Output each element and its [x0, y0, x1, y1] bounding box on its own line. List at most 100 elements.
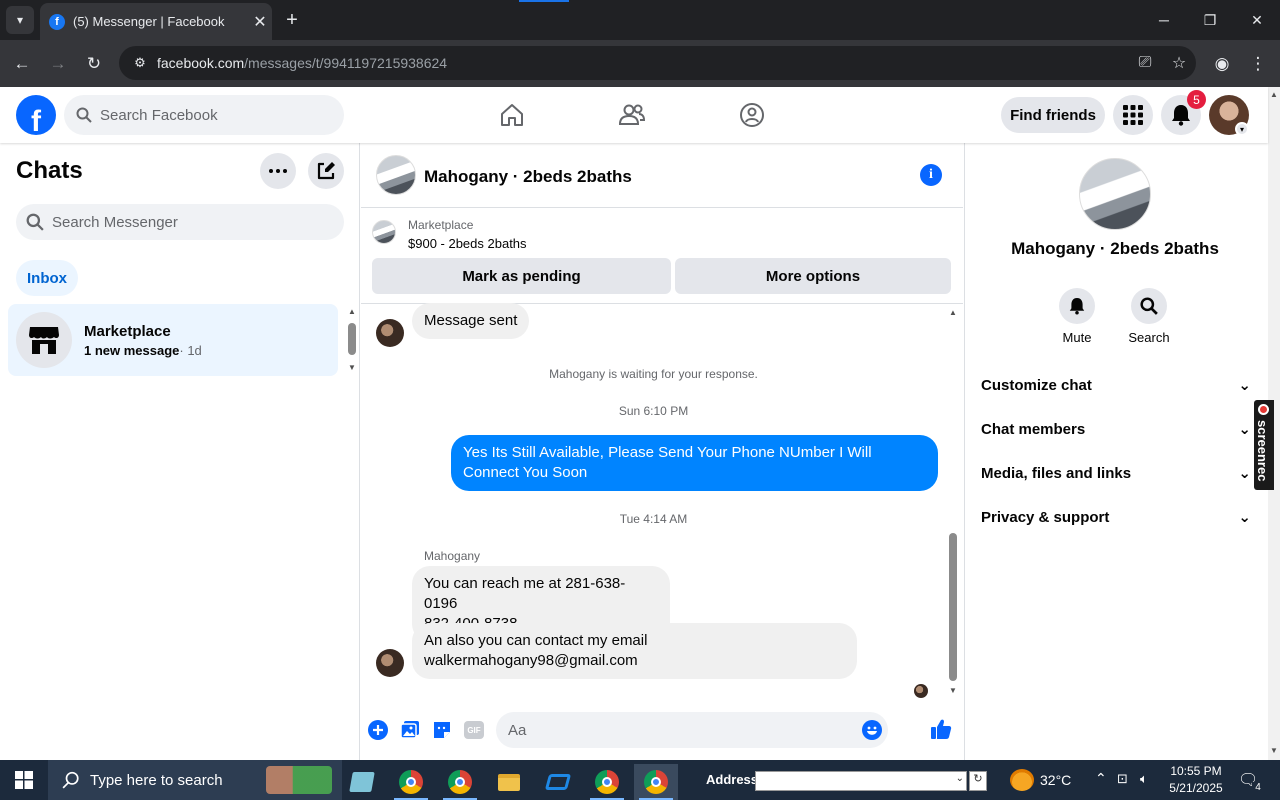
- scroll-down-arrow-icon[interactable]: ▼: [949, 687, 957, 695]
- browser-tab-messenger[interactable]: f (5) Messenger | Facebook ✕: [40, 3, 272, 40]
- customize-chat-row[interactable]: Customize chat ⌄: [981, 363, 1251, 407]
- facebook-search[interactable]: [64, 95, 344, 135]
- chevron-down-icon: ⌄: [1238, 465, 1251, 482]
- taskbar-file-explorer-icon[interactable]: [487, 764, 531, 800]
- volume-icon[interactable]: 🔈︎: [1140, 771, 1148, 787]
- window-close-button[interactable]: ✕: [1234, 0, 1280, 40]
- search-icon: [26, 213, 44, 231]
- install-app-icon[interactable]: ⎚: [1128, 46, 1162, 80]
- sender-name: Mahogany: [424, 549, 481, 563]
- message-bubble-incoming: Message sent: [412, 303, 530, 339]
- sticker-icon[interactable]: [431, 719, 453, 741]
- tab-close-icon[interactable]: ✕: [248, 12, 272, 32]
- bookmark-star-icon[interactable]: ☆: [1162, 46, 1196, 80]
- address-toolbar-label: Address: [706, 772, 759, 787]
- address-toolbar-input[interactable]: ⌄: [755, 771, 967, 791]
- address-bar[interactable]: ⚙ facebook.com/messages/t/99411972159386…: [119, 46, 1196, 80]
- chat-members-row[interactable]: Chat members ⌄: [981, 407, 1251, 451]
- friends-icon[interactable]: [612, 95, 652, 135]
- inbox-tab[interactable]: Inbox: [16, 260, 78, 296]
- taskbar-chrome-2[interactable]: [438, 764, 482, 800]
- like-thumbs-up-icon[interactable]: [929, 717, 953, 741]
- thread-scrollbar[interactable]: ▲ ▼: [945, 305, 961, 695]
- search-label: Search: [1128, 330, 1170, 345]
- windows-taskbar: Type here to search Address ⌄ ↻ 32°C ⌃ ⊡…: [0, 760, 1280, 800]
- photo-icon[interactable]: [399, 719, 421, 741]
- minimize-button[interactable]: ─: [1141, 0, 1187, 40]
- facebook-logo-icon[interactable]: f: [16, 95, 56, 135]
- message-input[interactable]: [496, 712, 888, 748]
- scroll-up-arrow-icon[interactable]: ▲: [348, 308, 356, 316]
- message-bubble-incoming: An also you can contact my email walkerm…: [412, 623, 857, 679]
- home-icon[interactable]: [492, 95, 532, 135]
- screenrec-widget[interactable]: screenrec: [1254, 400, 1274, 490]
- search-in-conversation-button[interactable]: Search: [1119, 288, 1179, 345]
- gif-icon[interactable]: GIF: [463, 719, 485, 741]
- windows-start-icon[interactable]: [0, 760, 48, 800]
- find-friends-button[interactable]: Find friends: [1001, 97, 1105, 133]
- facebook-search-input[interactable]: [100, 106, 320, 124]
- messenger-search[interactable]: [16, 204, 344, 240]
- taskbar-app-notes[interactable]: [340, 764, 384, 800]
- network-icon[interactable]: ⊡: [1117, 771, 1128, 787]
- messenger-search-input[interactable]: [52, 213, 312, 231]
- taskbar-search[interactable]: Type here to search: [48, 760, 342, 800]
- account-chevron-down-icon[interactable]: ▾: [1235, 122, 1249, 136]
- scroll-down-arrow-icon[interactable]: ▼: [1270, 747, 1278, 755]
- tray-chevron-up-icon[interactable]: ⌃: [1095, 770, 1107, 787]
- reload-button[interactable]: ↻: [80, 50, 108, 78]
- forward-button[interactable]: →: [44, 50, 72, 78]
- scroll-down-arrow-icon[interactable]: ▼: [348, 364, 356, 372]
- chat-preview: 1 new message· 1d: [84, 343, 202, 358]
- dropdown-arrow-icon[interactable]: ⌄: [956, 773, 964, 784]
- weather-icon[interactable]: [1010, 769, 1034, 791]
- address-go-icon[interactable]: ↻: [969, 771, 987, 791]
- groups-icon[interactable]: [732, 95, 772, 135]
- marketplace-label: Marketplace: [408, 218, 474, 232]
- temperature[interactable]: 32°C: [1040, 772, 1071, 788]
- new-message-icon[interactable]: [308, 153, 344, 189]
- scroll-up-arrow-icon[interactable]: ▲: [949, 309, 957, 317]
- clock-time[interactable]: 10:55 PM: [1166, 764, 1226, 778]
- chats-options-icon[interactable]: [260, 153, 296, 189]
- conversation-title[interactable]: Mahogany · 2beds 2baths: [424, 167, 632, 187]
- scroll-up-arrow-icon[interactable]: ▲: [1270, 91, 1278, 99]
- conversation-avatar[interactable]: [376, 155, 416, 195]
- waiting-notice: Mahogany is waiting for your response.: [549, 367, 758, 381]
- site-settings-icon[interactable]: ⚙: [123, 55, 157, 71]
- tab-search-button[interactable]: ▾: [6, 6, 34, 34]
- search-icon: [76, 107, 92, 123]
- sender-avatar[interactable]: [376, 649, 404, 677]
- message-text-field[interactable]: [508, 721, 848, 739]
- mark-as-pending-button[interactable]: Mark as pending: [372, 258, 671, 294]
- chats-scrollbar[interactable]: ▲ ▼: [346, 308, 358, 373]
- taskbar-chrome-3[interactable]: [585, 764, 629, 800]
- taskbar-chrome-1[interactable]: [389, 764, 433, 800]
- sender-avatar[interactable]: [376, 319, 404, 347]
- taskbar-chrome-active[interactable]: [634, 764, 678, 800]
- listing-thumbnail[interactable]: [372, 220, 396, 244]
- chevron-down-icon: ⌄: [1238, 421, 1251, 438]
- more-options-button[interactable]: More options: [675, 258, 951, 294]
- taskbar-remote-app-icon[interactable]: [536, 764, 580, 800]
- browser-menu-icon[interactable]: ⋮: [1244, 50, 1272, 78]
- menu-grid-icon[interactable]: [1113, 95, 1153, 135]
- chat-list-item[interactable]: Marketplace 1 new message· 1d: [8, 304, 338, 376]
- clock-date[interactable]: 5/21/2025: [1166, 781, 1226, 795]
- listing-price[interactable]: $900 - 2beds 2baths: [408, 236, 527, 251]
- details-avatar[interactable]: [1079, 158, 1151, 230]
- profile-icon[interactable]: ◉: [1208, 50, 1236, 78]
- media-files-links-row[interactable]: Media, files and links ⌄: [981, 451, 1251, 495]
- timestamp: Tue 4:14 AM: [619, 512, 688, 526]
- maximize-button[interactable]: ❐: [1187, 0, 1233, 40]
- scroll-thumb[interactable]: [348, 323, 356, 355]
- privacy-support-row[interactable]: Privacy & support ⌄: [981, 495, 1251, 539]
- info-icon[interactable]: i: [920, 164, 942, 186]
- search-icon: [62, 771, 79, 789]
- mute-button[interactable]: Mute: [1047, 288, 1107, 345]
- scroll-thumb[interactable]: [949, 533, 957, 681]
- back-button[interactable]: ←: [8, 50, 36, 78]
- emoji-icon[interactable]: [862, 720, 882, 745]
- plus-circle-icon[interactable]: [367, 719, 389, 741]
- new-tab-button[interactable]: +: [280, 6, 304, 34]
